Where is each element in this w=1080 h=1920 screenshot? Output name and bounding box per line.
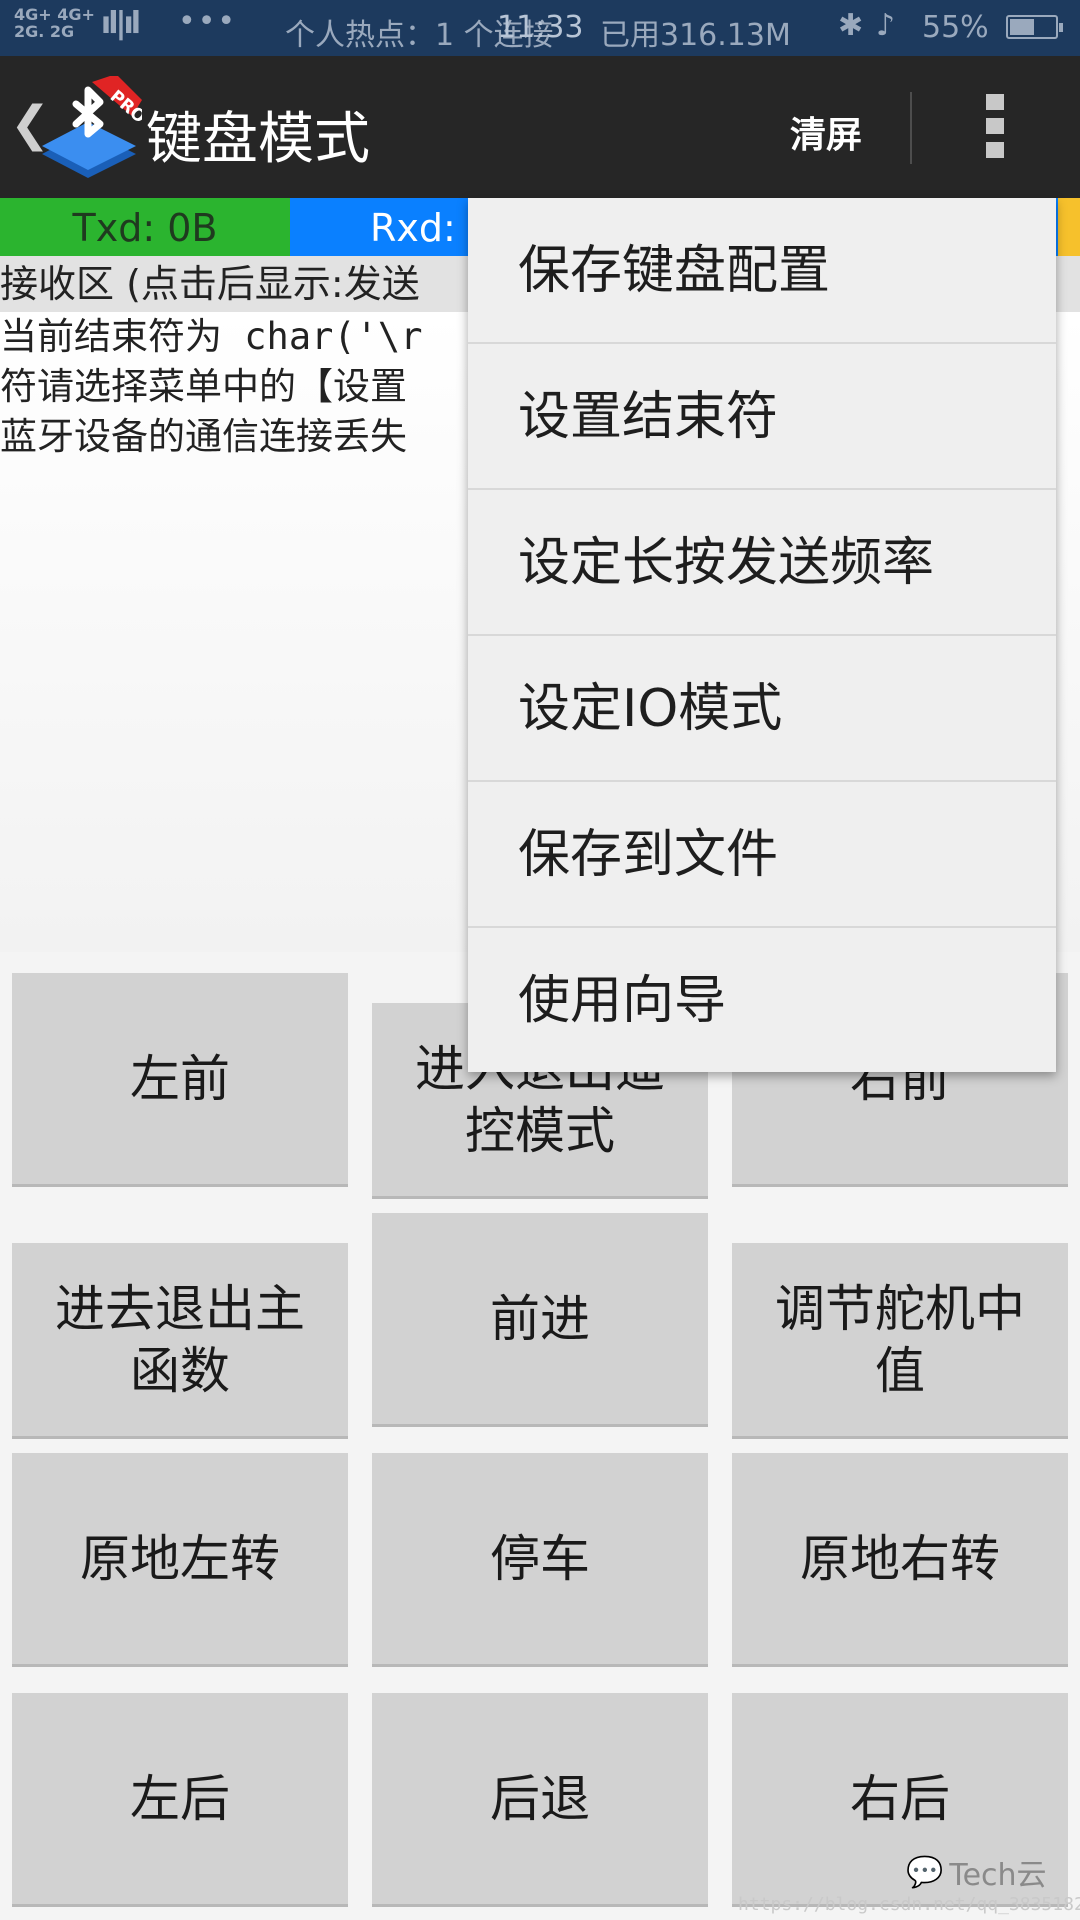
toolbar-divider (910, 92, 912, 164)
signal-icon: 4G+ 4G+ 2G. 2G ıl|ıl (14, 5, 141, 41)
menu-item-save-to-file[interactable]: 保存到文件 (468, 782, 1056, 928)
key-spin-left[interactable]: 原地左转 (12, 1453, 348, 1667)
watermark-brand: Tech云 (949, 1858, 1047, 1893)
data-usage: 已用316.13M (600, 18, 791, 53)
overflow-menu-icon[interactable] (986, 94, 1006, 158)
wechat-icon: 💬 (906, 1854, 944, 1890)
battery-percent: 55% (922, 10, 989, 45)
status-bar: 4G+ 4G+ 2G. 2G ıl|ıl ••• 个人热点：1 个连接 11:3… (0, 0, 1080, 56)
bell-off-icon: ♪ (876, 8, 896, 43)
page-title: 键盘模式 (146, 107, 370, 172)
more-notifications-dots: ••• (178, 4, 238, 39)
watermark-url: https://blog.csdn.net/qq_38351824 (738, 1894, 1080, 1915)
tx-counter: Txd: 0B (0, 198, 290, 256)
key-forward[interactable]: 前进 (372, 1213, 708, 1427)
menu-item-save-keyboard-config[interactable]: 保存键盘配置 (468, 198, 1056, 344)
key-toggle-main-function[interactable]: 进去退出主函数 (12, 1243, 348, 1439)
menu-item-io-mode[interactable]: 设定IO模式 (468, 636, 1056, 782)
key-left-back[interactable]: 左后 (12, 1693, 348, 1907)
counter-indicator (1058, 198, 1080, 256)
watermark: 💬 Tech云 (906, 1850, 1047, 1894)
key-backward[interactable]: 后退 (372, 1693, 708, 1907)
signal-network-top: 4G+ 4G+ (14, 5, 95, 24)
key-spin-right[interactable]: 原地右转 (732, 1453, 1068, 1667)
key-left-forward[interactable]: 左前 (12, 973, 348, 1187)
battery-level-fill (1010, 19, 1034, 35)
key-servo-center[interactable]: 调节舵机中值 (732, 1243, 1068, 1439)
overflow-menu: 保存键盘配置 设置结束符 设定长按发送频率 设定IO模式 保存到文件 使用向导 (468, 198, 1056, 1072)
key-stop[interactable]: 停车 (372, 1453, 708, 1667)
bluetooth-icon: ✱ (838, 8, 864, 43)
signal-network-bottom: 2G. 2G (14, 22, 75, 41)
battery-icon (1006, 15, 1063, 39)
menu-item-set-terminator[interactable]: 设置结束符 (468, 344, 1056, 490)
clock: 11:33 (497, 10, 584, 45)
menu-item-guide[interactable]: 使用向导 (468, 928, 1056, 1074)
app-logo-icon: PRO (42, 76, 142, 178)
app-bar: ❮ PRO 键盘模式 清屏 (0, 56, 1080, 198)
menu-item-long-press-frequency[interactable]: 设定长按发送频率 (468, 490, 1056, 636)
clear-screen-button[interactable]: 清屏 (790, 106, 862, 158)
